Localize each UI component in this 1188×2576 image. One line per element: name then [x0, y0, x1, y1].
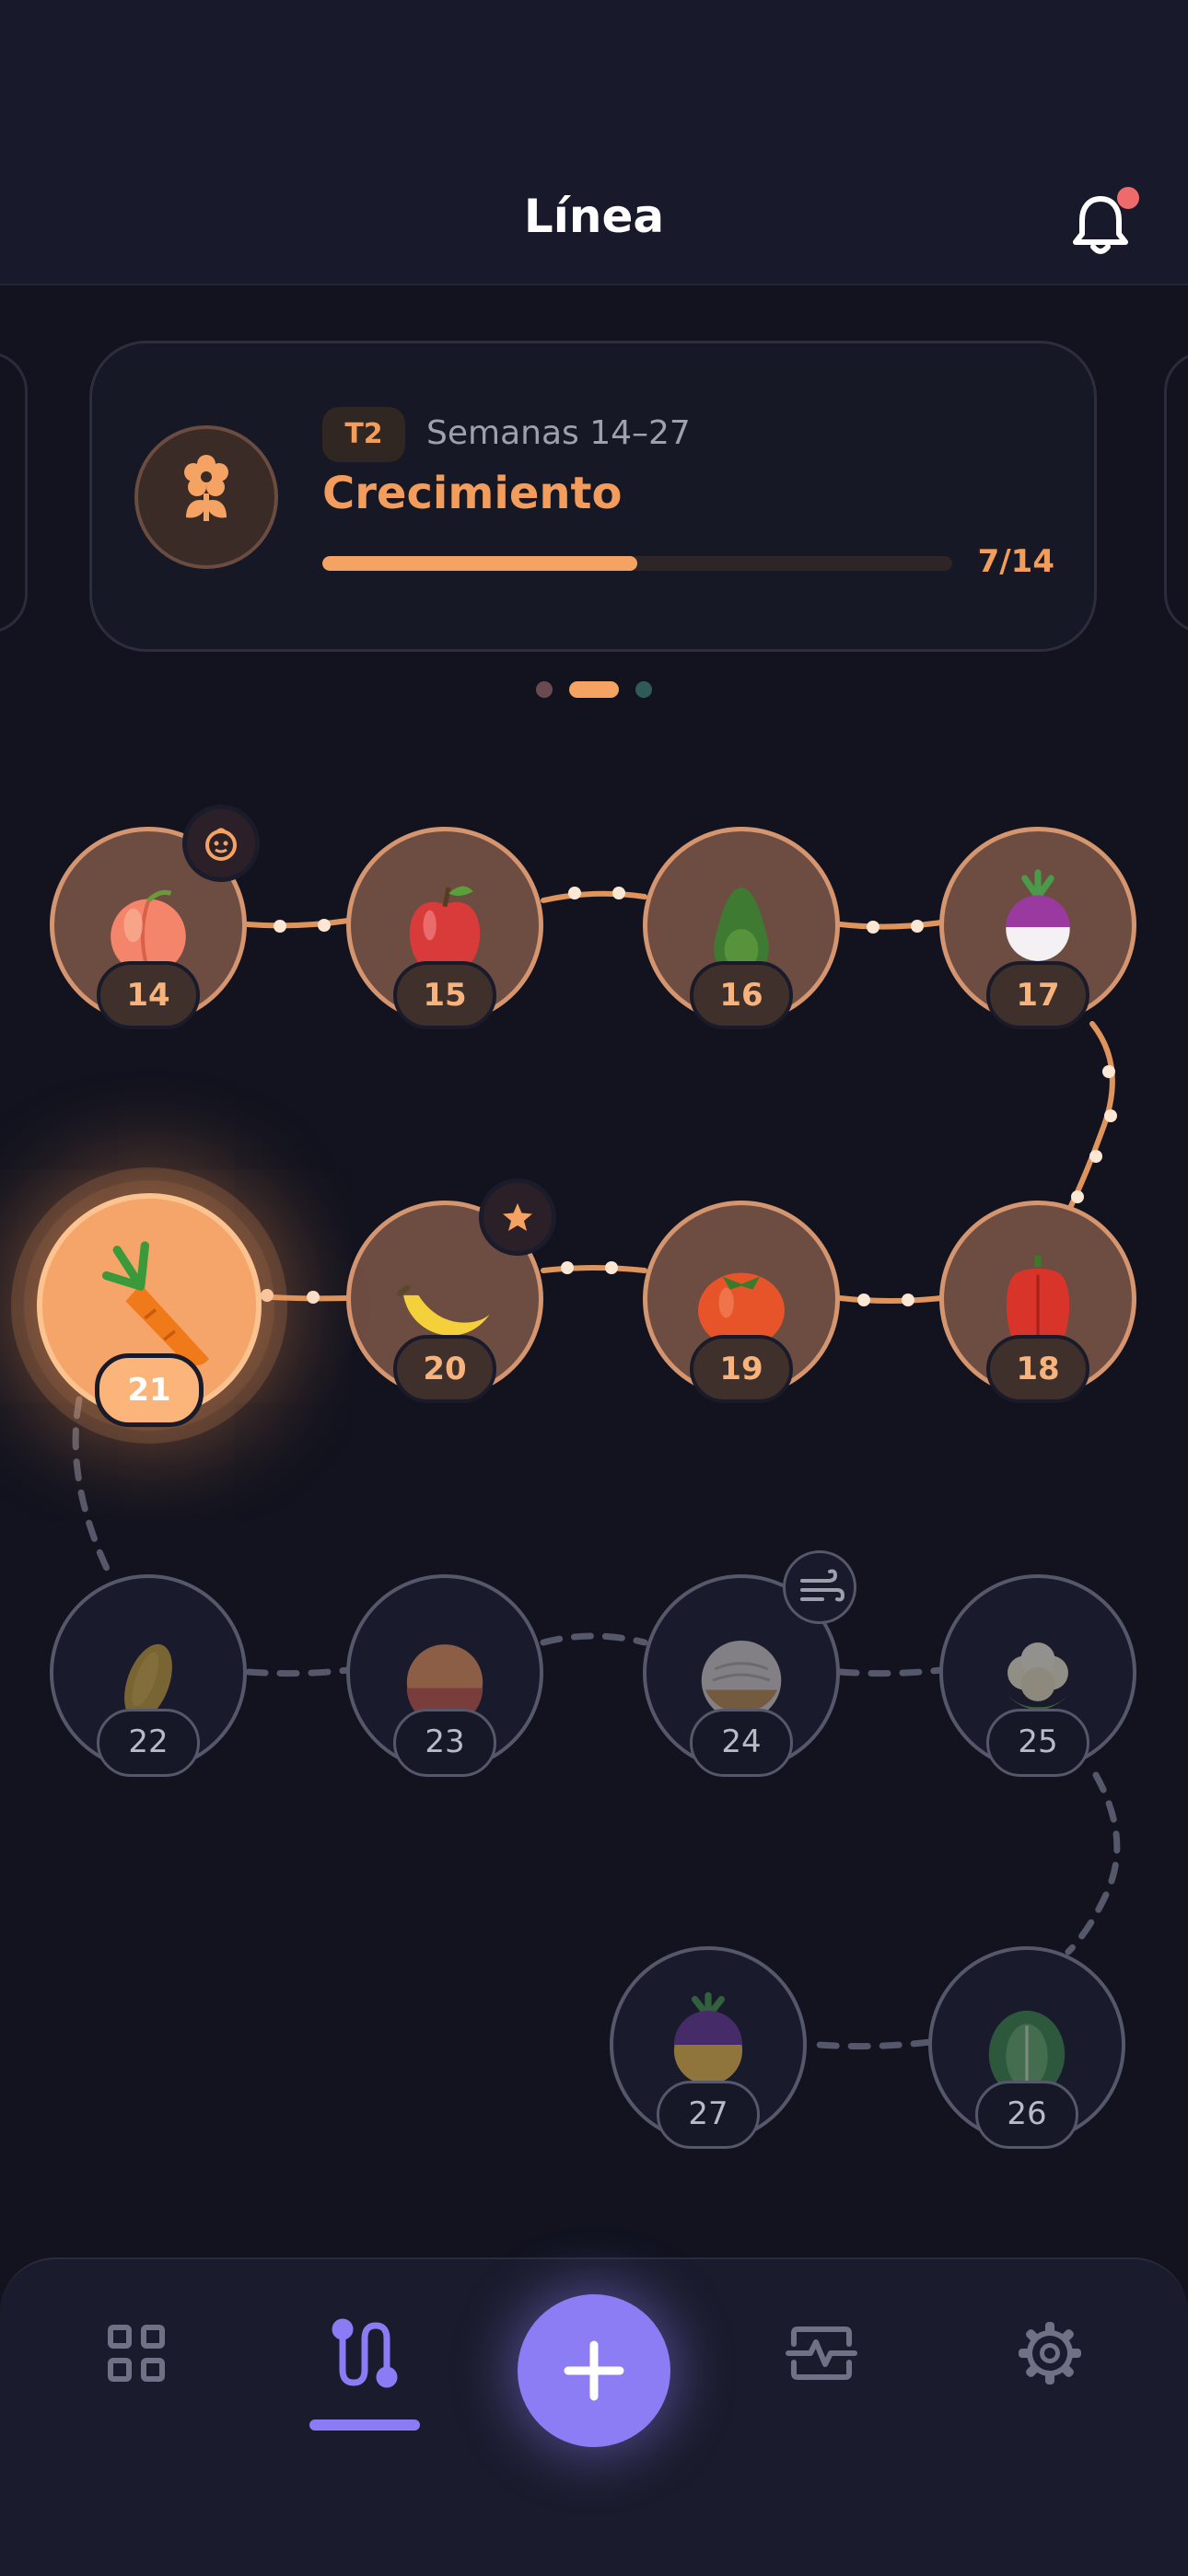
week-number: 15	[393, 961, 496, 1029]
activity-monitor-icon[interactable]	[785, 2316, 858, 2390]
timeline-connectors	[72, 887, 1121, 2050]
plus-icon	[564, 2340, 624, 2401]
week-number: 25	[986, 1709, 1089, 1777]
week-number: 14	[97, 961, 200, 1029]
week-number: 17	[986, 961, 1089, 1029]
grid-icon[interactable]	[99, 2316, 173, 2390]
wind-icon[interactable]	[783, 1550, 856, 1624]
week-number: 26	[975, 2081, 1078, 2149]
add-button[interactable]	[518, 2294, 670, 2447]
timeline-icon[interactable]	[328, 2316, 402, 2390]
week-number: 16	[690, 961, 793, 1029]
week-number: 21	[95, 1353, 204, 1427]
week-number: 27	[657, 2081, 760, 2149]
week-number: 19	[690, 1335, 793, 1403]
week-number: 22	[97, 1709, 200, 1777]
week-number: 20	[393, 1335, 496, 1403]
baby-face-icon[interactable]	[182, 805, 260, 882]
week-number: 24	[690, 1709, 793, 1777]
active-tab-indicator	[309, 2419, 420, 2431]
week-number: 18	[986, 1335, 1089, 1403]
star-icon[interactable]	[479, 1178, 556, 1256]
settings-gear-icon[interactable]	[1013, 2316, 1087, 2390]
week-number: 23	[393, 1709, 496, 1777]
